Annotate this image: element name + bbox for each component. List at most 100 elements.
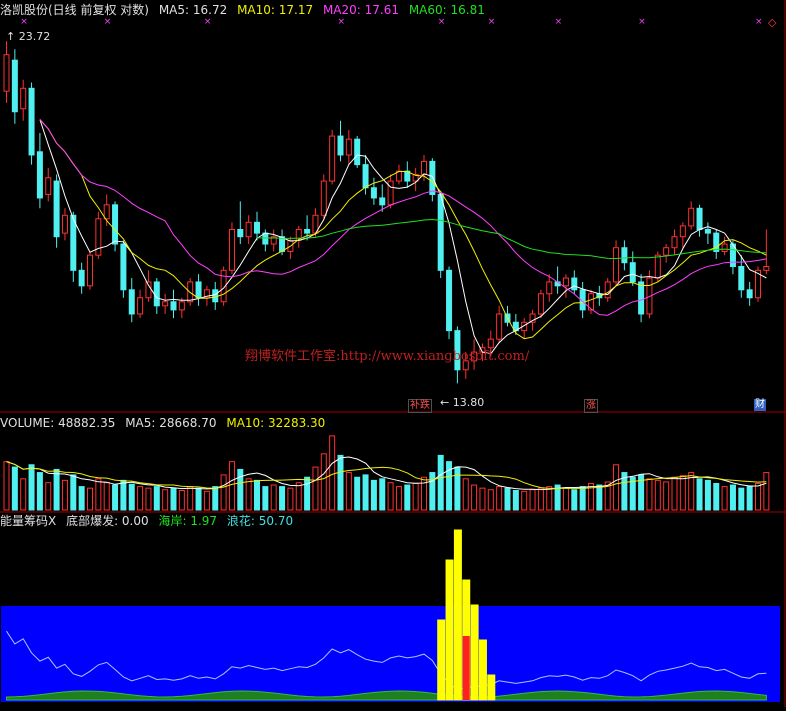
volume-bar	[755, 482, 761, 511]
diamond-icon[interactable]: ◇	[768, 16, 776, 29]
candle-body	[546, 281, 553, 295]
volume-bar	[53, 468, 60, 511]
candle-body	[696, 207, 703, 230]
candle-body	[11, 59, 18, 113]
volume-bar	[220, 474, 227, 511]
candle-body	[170, 301, 177, 311]
candle-body	[421, 160, 427, 175]
volume-bar	[270, 484, 277, 511]
volume-bar	[212, 486, 219, 511]
volume-bar	[663, 481, 670, 511]
volume-bar	[354, 476, 361, 511]
low-price-label: ← 13.80	[440, 396, 485, 409]
stock-title: 洛凯股份(日线 前复权 对数)	[0, 3, 149, 17]
volume-bar	[103, 482, 110, 511]
volume-bar	[137, 486, 144, 511]
candle-body	[629, 262, 636, 283]
top-marker: ×	[755, 17, 763, 27]
volume-bar	[337, 454, 344, 511]
volume-value: VOLUME: 48882.35	[0, 416, 116, 430]
top-marker: ×	[338, 17, 346, 27]
volume-bar	[746, 486, 753, 511]
volume-bar	[145, 487, 152, 511]
volume-bar	[3, 461, 10, 511]
volume-bar	[45, 482, 52, 511]
volume-bar	[112, 484, 119, 511]
candle-body	[45, 177, 52, 196]
volume-bar	[496, 486, 503, 511]
ma5-value: MA5: 16.72	[158, 3, 228, 17]
candle-body	[254, 221, 260, 234]
candle-body	[178, 301, 185, 311]
candle-body	[362, 164, 369, 189]
burst-bar	[470, 604, 479, 701]
candle-body	[345, 138, 352, 156]
volume-bar	[404, 484, 411, 511]
candle-body	[738, 266, 745, 291]
volume-bar	[571, 489, 578, 511]
volume-bar	[487, 489, 494, 511]
indicator-background	[1, 606, 780, 702]
candle-body	[162, 301, 169, 307]
volume-bar	[529, 489, 536, 511]
candle-body	[354, 138, 361, 166]
top-marker: ×	[638, 17, 646, 27]
volume-bar	[295, 482, 302, 511]
volume-bar	[95, 478, 102, 511]
volume-bar	[128, 483, 135, 511]
volume-bar	[546, 486, 553, 511]
indicator-name: 能量筹码X	[0, 514, 57, 528]
candle-body	[237, 228, 244, 238]
volume-bar	[70, 474, 77, 511]
volume-bar	[329, 435, 336, 511]
candle-body	[195, 281, 202, 299]
candle-body	[187, 281, 194, 303]
candle-body	[28, 87, 35, 156]
stock-chart: × × × × × × × × × 洛凯股份(日线 前复权 对数) MA5: 16.72 MA1…	[0, 0, 786, 707]
volume-bar	[279, 486, 286, 511]
volume-bar	[537, 487, 544, 511]
volume-bar	[237, 468, 244, 511]
volume-bar	[254, 479, 260, 511]
volume-bar	[245, 478, 252, 511]
candle-body	[337, 135, 344, 156]
candle-body	[704, 228, 711, 234]
candle-body	[688, 207, 695, 227]
candle-body	[137, 297, 144, 315]
volume-bar	[738, 487, 745, 511]
candle-body	[245, 221, 252, 238]
volume-bar	[696, 478, 703, 511]
volume-bar	[579, 486, 586, 511]
volume-bar	[120, 479, 127, 511]
volume-bar	[763, 472, 770, 511]
burst-red-bar	[462, 636, 470, 700]
tag-zhang: 涨	[584, 399, 598, 413]
volume-bar	[304, 476, 311, 511]
volume-ma10-value: MA10: 32283.30	[226, 416, 326, 430]
volume-bar	[20, 478, 27, 511]
candle-body	[61, 214, 68, 234]
ma10-line	[39, 119, 767, 340]
top-marker: ×	[104, 17, 112, 27]
burst-bar	[445, 559, 454, 701]
candle-body	[763, 266, 770, 271]
candle-body	[53, 180, 60, 238]
volume-bar	[504, 487, 511, 511]
candle-body	[621, 247, 628, 264]
candle-body	[571, 277, 578, 291]
candle-body	[120, 243, 127, 291]
tag-bu-die: 补跌	[408, 399, 432, 413]
volume-bar	[362, 474, 369, 511]
candle-body	[320, 180, 327, 216]
volume-bar	[178, 490, 185, 511]
volume-bar	[187, 486, 194, 511]
volume-header: VOLUME: 48882.35 MA5: 28668.70 MA10: 322…	[0, 416, 331, 430]
ma5-line	[39, 119, 767, 355]
candle-body	[379, 197, 386, 206]
watermark: 翔博软件工作室:http://www.xiangbosoft.com/	[245, 349, 530, 364]
candle-body	[36, 151, 43, 199]
indicator-header: 能量筹码X 底部爆发: 0.00 海岸: 1.97 浪花: 50.70	[0, 514, 299, 528]
top-marker: ×	[555, 17, 563, 27]
volume-bar	[454, 466, 461, 511]
volume-bar	[437, 454, 444, 511]
